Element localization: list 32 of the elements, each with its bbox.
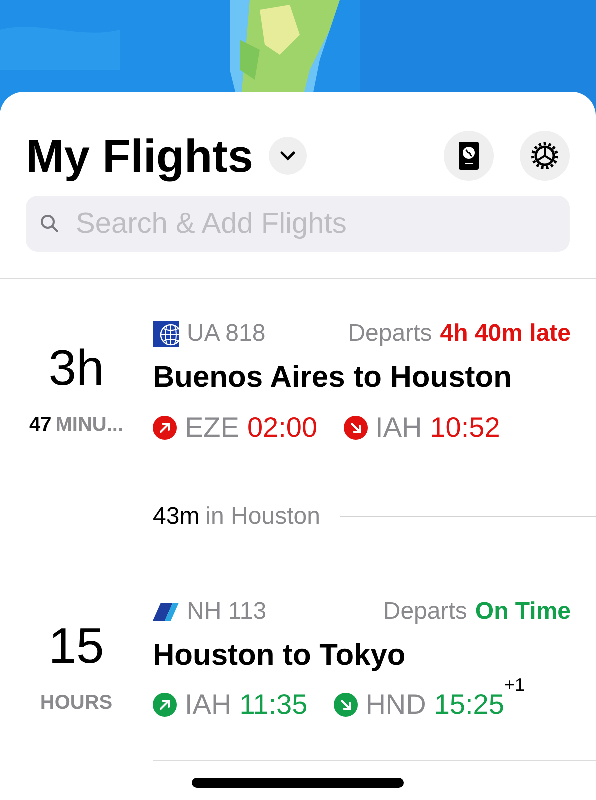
departs-label: Departs (348, 319, 432, 349)
passport-icon (459, 142, 479, 170)
passport-button[interactable] (444, 131, 494, 181)
duration-minutes: 47 (29, 415, 52, 435)
departs-label: Departs (383, 596, 468, 626)
settings-button[interactable] (520, 131, 570, 181)
route-title: Houston to Tokyo (153, 638, 407, 674)
airport-code: HND (366, 688, 426, 722)
arrival-time: 10:52 (430, 410, 500, 444)
departure-time: 02:00 (247, 410, 318, 444)
flight-number: UA 818 (187, 319, 266, 349)
airport-code: IAH (376, 410, 422, 444)
layover-duration: 43m (153, 502, 200, 532)
settings-icon (531, 142, 559, 170)
airport-code: IAH (185, 688, 232, 722)
stripe-logo-icon (153, 602, 179, 620)
duration-unit: MINU... (56, 415, 124, 435)
duration-value: 3h (48, 343, 104, 393)
flight-number: NH 113 (187, 596, 267, 626)
airport-code: EZE (185, 410, 240, 444)
globe-logo-icon (153, 321, 179, 347)
departure-time: 11:35 (240, 688, 308, 722)
chevron-down-icon (280, 151, 296, 161)
day-offset: +1 (504, 674, 525, 697)
arrival-time: 15:25 (434, 688, 504, 722)
departure-status: On Time (475, 596, 571, 626)
duration-value: 15 (48, 620, 104, 670)
layover-place: in Houston (206, 502, 320, 532)
dropdown-button[interactable] (269, 137, 308, 175)
route-title: Buenos Aires to Houston (153, 360, 513, 396)
duration-unit: HOURS (40, 692, 113, 712)
departure-status: 4h 40m late (440, 319, 571, 349)
